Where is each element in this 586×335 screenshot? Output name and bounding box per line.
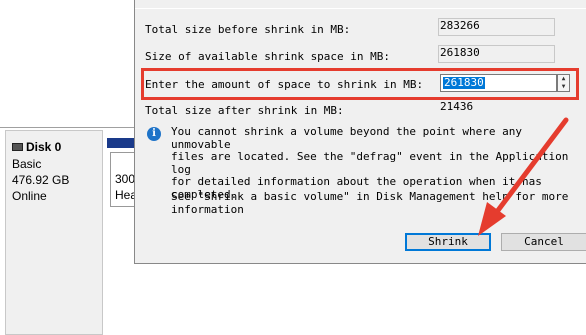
disk-title: Disk 0 [12,140,61,154]
info-icon: i [147,127,161,141]
volume-size: 300 [115,172,136,186]
disk-size: 476.92 GB [12,173,70,187]
shrink-dialog: Total size before shrink in MB: 283266 S… [134,0,586,264]
total-size-before-value: 283266 [440,19,480,32]
shrink-button[interactable]: Shrink [405,233,491,251]
highlight-box [141,68,579,100]
volume-header-bar [107,138,137,148]
total-size-after-label: Total size after shrink in MB: [145,104,344,117]
disk-title-label: Disk 0 [26,140,62,154]
help-message: See "Shrink a basic volume" in Disk Mana… [171,190,569,216]
available-shrink-value: 261830 [440,46,480,59]
available-shrink-label: Size of available shrink space in MB: [145,50,391,63]
disk-icon [12,143,23,151]
disk-status: Online [12,189,47,203]
cancel-button[interactable]: Cancel [501,233,586,251]
dialog-top-edge [135,8,586,9]
disk-0-panel[interactable]: Disk 0 Basic 476.92 GB Online [5,130,103,335]
volume-partition[interactable]: 300 Hea [110,152,137,207]
total-size-before-label: Total size before shrink in MB: [145,23,351,36]
total-size-after-value: 21436 [440,100,474,113]
disk-type: Basic [12,157,42,171]
